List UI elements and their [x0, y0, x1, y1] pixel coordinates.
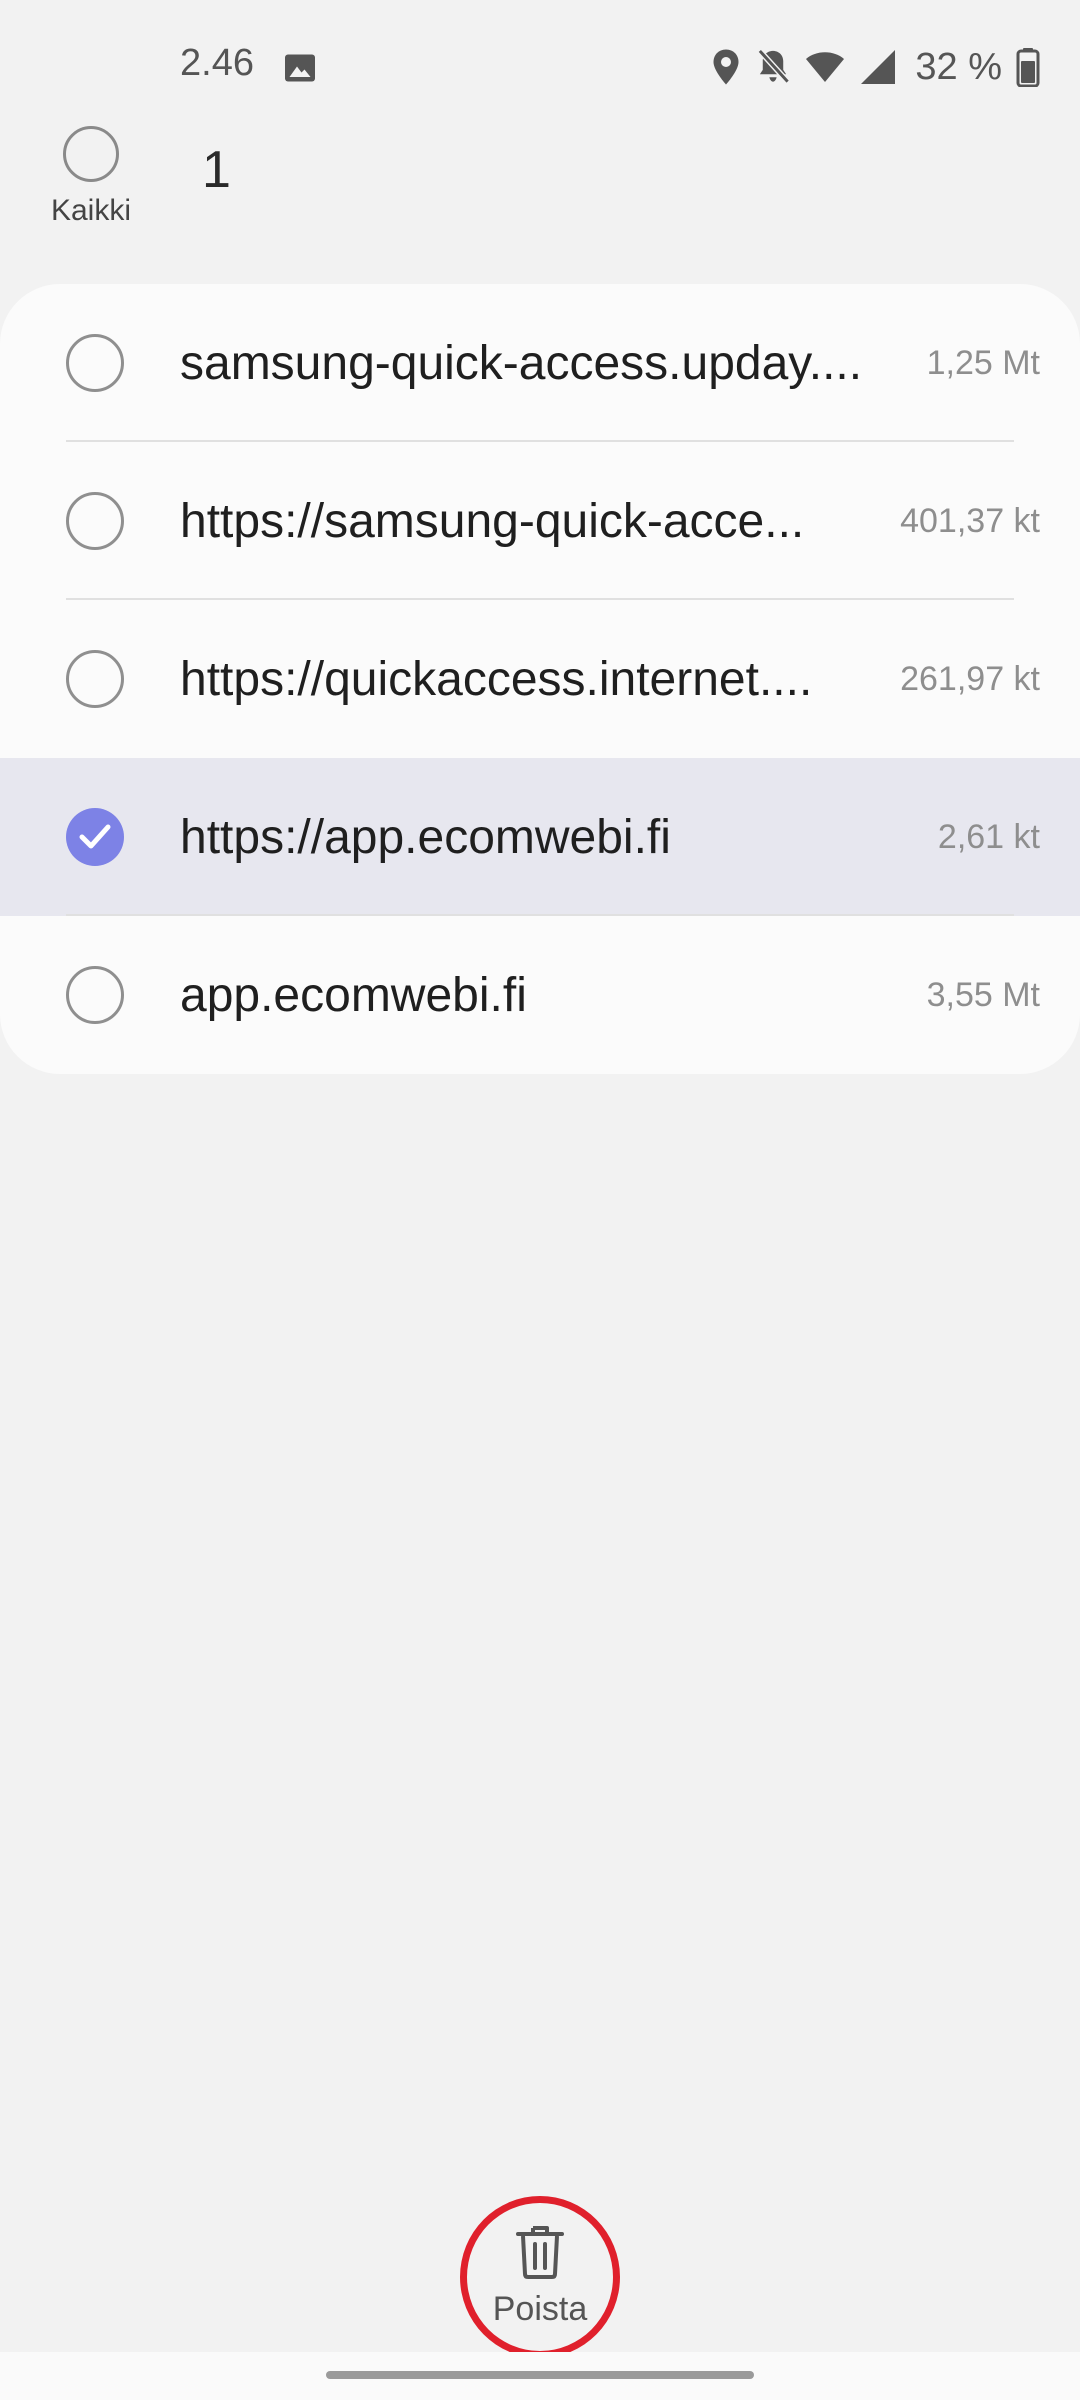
- item-size: 401,37 kt: [900, 502, 1040, 540]
- item-checkbox[interactable]: [66, 492, 124, 550]
- item-size: 1,25 Mt: [926, 344, 1040, 382]
- item-list: samsung-quick-access.upday.... 1,25 Mt h…: [0, 284, 1080, 1074]
- status-icons: 32 %: [711, 42, 1040, 92]
- item-checkbox-checked[interactable]: [66, 808, 124, 866]
- status-time: 2.46: [180, 42, 254, 84]
- item-checkbox[interactable]: [66, 650, 124, 708]
- item-size: 261,97 kt: [900, 660, 1040, 698]
- list-item[interactable]: https://quickaccess.internet.... 261,97 …: [0, 600, 1080, 758]
- item-name: https://samsung-quick-acce...: [180, 495, 805, 548]
- select-all-label: Kaikki: [50, 194, 132, 227]
- delete-button[interactable]: Poista: [460, 2196, 620, 2358]
- list-item[interactable]: samsung-quick-access.upday.... 1,25 Mt: [0, 284, 1080, 442]
- home-gesture-handle[interactable]: [326, 2371, 754, 2379]
- location-icon: [711, 48, 741, 86]
- signal-icon: [859, 49, 897, 85]
- item-checkbox[interactable]: [66, 966, 124, 1024]
- battery-percentage: 32 %: [915, 45, 1002, 88]
- item-size: 2,61 kt: [937, 818, 1040, 856]
- item-checkbox[interactable]: [66, 334, 124, 392]
- select-all-toggle[interactable]: Kaikki: [48, 126, 134, 228]
- item-name: https://quickaccess.internet....: [180, 653, 813, 706]
- item-size: 3,55 Mt: [926, 976, 1040, 1014]
- checkmark-icon: [79, 824, 111, 849]
- delete-label: Poista: [492, 2290, 588, 2328]
- item-name: https://app.ecomwebi.fi: [180, 811, 671, 864]
- battery-icon: [1016, 47, 1040, 87]
- bell-off-icon: [755, 48, 791, 86]
- wifi-icon: [805, 50, 845, 84]
- list-item-selected[interactable]: https://app.ecomwebi.fi 2,61 kt: [0, 758, 1080, 916]
- selected-count: 1: [202, 141, 231, 199]
- gallery-icon: [282, 50, 318, 86]
- trash-icon: [515, 2224, 565, 2280]
- list-item[interactable]: https://samsung-quick-acce... 401,37 kt: [0, 442, 1080, 600]
- select-all-checkbox[interactable]: [63, 126, 119, 182]
- item-name: samsung-quick-access.upday....: [180, 337, 863, 390]
- status-bar: 2.46 32 %: [0, 0, 1080, 130]
- list-item[interactable]: app.ecomwebi.fi 3,55 Mt: [0, 916, 1080, 1074]
- item-name: app.ecomwebi.fi: [180, 969, 527, 1022]
